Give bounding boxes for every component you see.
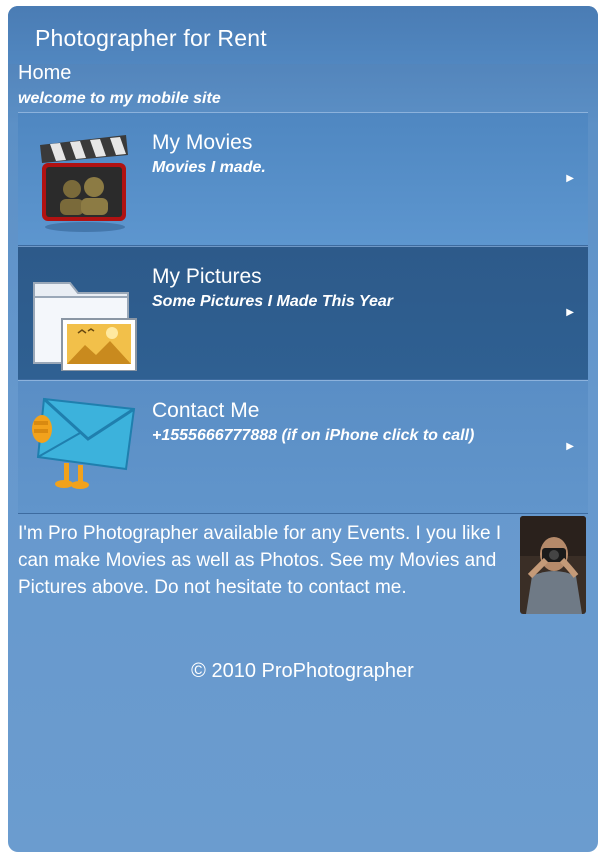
- about-text: I'm Pro Photographer available for any E…: [18, 523, 502, 598]
- menu-item-title: Contact Me: [152, 399, 260, 422]
- chevron-right-icon: ▶: [566, 307, 574, 318]
- menu-item-contact[interactable]: Contact Me +1555666777888 (if on iPhone …: [18, 380, 588, 514]
- chevron-right-icon: ▶: [566, 173, 574, 184]
- breadcrumb[interactable]: Home: [18, 62, 71, 85]
- chevron-right-icon: ▶: [566, 441, 574, 452]
- envelope-mail-icon: [30, 387, 140, 497]
- menu-list: My Movies Movies I made. ▶ My Pictures S…: [18, 112, 588, 514]
- menu-item-pictures[interactable]: My Pictures Some Pictures I Made This Ye…: [18, 246, 588, 380]
- menu-item-subtitle: Some Pictures I Made This Year: [152, 293, 393, 310]
- film-clapper-icon: [30, 127, 140, 237]
- app-title: Photographer for Rent: [35, 25, 267, 51]
- menu-item-subtitle: Movies I made.: [152, 159, 266, 176]
- picture-folder-icon: [30, 261, 140, 372]
- menu-item-movies[interactable]: My Movies Movies I made. ▶: [18, 112, 588, 246]
- title-bar: Photographer for Rent: [8, 6, 598, 64]
- photographer-portrait: [520, 516, 586, 614]
- menu-item-subtitle: +1555666777888 (if on iPhone click to ca…: [152, 427, 475, 444]
- footer-copyright: © 2010 ProPhotographer: [191, 660, 414, 682]
- page-tagline: welcome to my mobile site: [18, 90, 221, 107]
- menu-item-title: My Movies: [152, 131, 253, 154]
- menu-item-title: My Pictures: [152, 265, 262, 288]
